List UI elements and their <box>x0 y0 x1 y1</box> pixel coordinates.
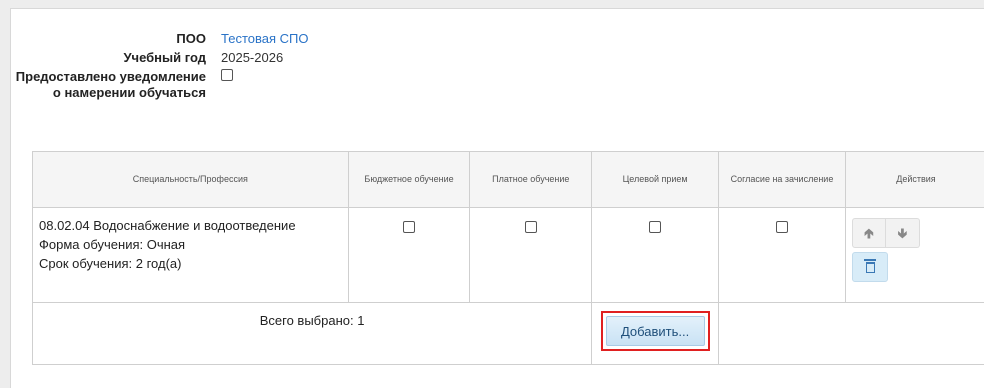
header-specialty: Специальность/Профессия <box>32 151 349 208</box>
notice-checkbox-wrap <box>221 69 233 85</box>
notice-label: Предоставлено уведомление о намерении об… <box>15 69 206 100</box>
table-header-row: Специальность/Профессия Бюджетное обучен… <box>32 151 984 208</box>
consent-cell <box>718 207 846 303</box>
arrow-down-icon: 🢃 <box>897 225 908 241</box>
specialty-name: 08.02.04 Водоснабжение и водоотведение <box>39 218 296 233</box>
notice-row: Предоставлено уведомление о намерении об… <box>11 69 351 101</box>
footer-empty-cell <box>718 302 984 365</box>
move-up-button[interactable]: 🢁 <box>851 218 886 248</box>
year-label: Учебный год <box>123 50 206 65</box>
poo-label: ПОО <box>176 31 206 46</box>
table-footer-row: Всего выбрано: 1 Добавить... <box>31 302 984 365</box>
year-value: 2025-2026 <box>221 50 284 65</box>
study-duration: Срок обучения: 2 год(а) <box>39 256 182 271</box>
total-selected: Всего выбрано: 1 <box>31 302 593 365</box>
actions-cell: 🢁 🢃 <box>844 207 984 303</box>
target-checkbox[interactable] <box>649 221 662 233</box>
header-actions: Действия <box>844 151 984 208</box>
add-cell: Добавить... <box>591 302 720 365</box>
budget-checkbox[interactable] <box>403 221 416 233</box>
year-row: Учебный год 2025-2026 <box>11 50 351 66</box>
paid-cell <box>469 207 593 303</box>
header-target: Целевой прием <box>591 151 720 208</box>
arrow-up-icon: 🢁 <box>863 225 874 241</box>
specialty-table: Специальность/Профессия Бюджетное обучен… <box>31 151 984 365</box>
add-button[interactable]: Добавить... <box>605 316 705 346</box>
target-cell <box>591 207 720 303</box>
header-paid: Платное обучение <box>469 151 593 208</box>
study-form: Форма обучения: Очная <box>39 237 186 252</box>
trash-icon <box>863 259 876 273</box>
reorder-buttons: 🢁 🢃 <box>851 218 920 248</box>
header-budget: Бюджетное обучение <box>347 151 471 208</box>
paid-checkbox[interactable] <box>524 221 537 233</box>
budget-cell <box>347 207 471 303</box>
delete-button[interactable] <box>851 252 888 282</box>
header-consent: Согласие на зачисление <box>718 151 846 208</box>
info-section: ПОО Тестовая СПО Учебный год 2025-2026 П… <box>11 31 351 104</box>
notice-checkbox[interactable] <box>221 69 233 81</box>
move-down-button[interactable]: 🢃 <box>885 218 920 248</box>
specialty-cell: 08.02.04 Водоснабжение и водоотведение Ф… <box>32 207 349 303</box>
table-row: 08.02.04 Водоснабжение и водоотведение Ф… <box>32 207 984 303</box>
poo-row: ПОО Тестовая СПО <box>11 31 351 47</box>
add-button-highlight: Добавить... <box>600 311 710 351</box>
poo-value-link[interactable]: Тестовая СПО <box>221 31 308 47</box>
consent-checkbox[interactable] <box>775 221 788 233</box>
